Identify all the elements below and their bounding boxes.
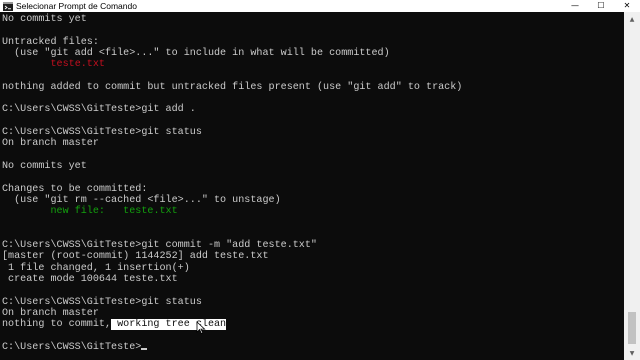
console-line: Untracked files: [2,36,99,48]
console-line: C:\Users\CWSS\GitTeste>git commit -m "ad… [2,240,317,251]
maximize-button[interactable]: ☐ [588,0,614,12]
window-controls: — ☐ ✕ [562,0,640,12]
console-indent [2,59,50,70]
cmd-icon [3,1,13,11]
console-line: (use "git rm --cached <file>..." to unst… [2,194,281,206]
console-line: create mode 100644 teste.txt [2,273,178,285]
console-line: C:\Users\CWSS\GitTeste>git status [2,296,202,308]
scrollbar-thumb[interactable] [628,312,636,344]
command-prompt-window: Selecionar Prompt de Comando — ☐ ✕ No co… [0,0,640,360]
prompt-text: C:\Users\CWSS\GitTeste> [2,341,142,353]
console-text: nothing to commit, [2,319,112,331]
minimize-button[interactable]: — [562,0,588,12]
command-prompt-line[interactable]: C:\Users\CWSS\GitTeste> [2,341,148,353]
console-line: C:\Users\CWSS\GitTeste>git add . [2,104,196,116]
selected-text[interactable]: working tree clean [111,319,227,331]
scroll-up-arrow-icon[interactable]: ▲ [624,12,640,26]
console-line: 1 file changed, 1 insertion(+) [2,262,190,274]
vertical-scrollbar[interactable]: ▲ ▼ [624,12,640,360]
console-line: No commits yet [2,14,87,25]
staged-label: new file: [50,206,124,218]
console-line: (use "git add <file>..." to include in w… [2,47,390,59]
console-line: nothing to commit, working tree clean [2,319,227,331]
scroll-down-arrow-icon[interactable]: ▼ [624,346,640,360]
text-cursor [141,347,148,350]
console-line: nothing added to commit but untracked fi… [2,81,463,93]
console-output[interactable]: No commits yet Untracked files: (use "gi… [0,12,624,360]
console-line: new file: teste.txt [2,206,178,218]
close-button[interactable]: ✕ [614,0,640,12]
console-line: No commits yet [2,160,87,172]
mouse-pointer-icon [196,321,206,335]
console-line: Changes to be committed: [2,183,148,195]
title-bar[interactable]: Selecionar Prompt de Comando — ☐ ✕ [0,0,640,12]
console-line: On branch master [2,138,99,150]
console-line: [master (root-commit) 1144252] add teste… [2,251,269,263]
console-line: On branch master [2,307,99,319]
staged-file-name: teste.txt [123,206,178,218]
window-title: Selecionar Prompt de Comando [16,1,137,11]
untracked-file-name: teste.txt [50,59,105,71]
console-indent [2,206,50,217]
console-line: C:\Users\CWSS\GitTeste>git status [2,127,202,138]
console-line: teste.txt [2,59,105,70]
